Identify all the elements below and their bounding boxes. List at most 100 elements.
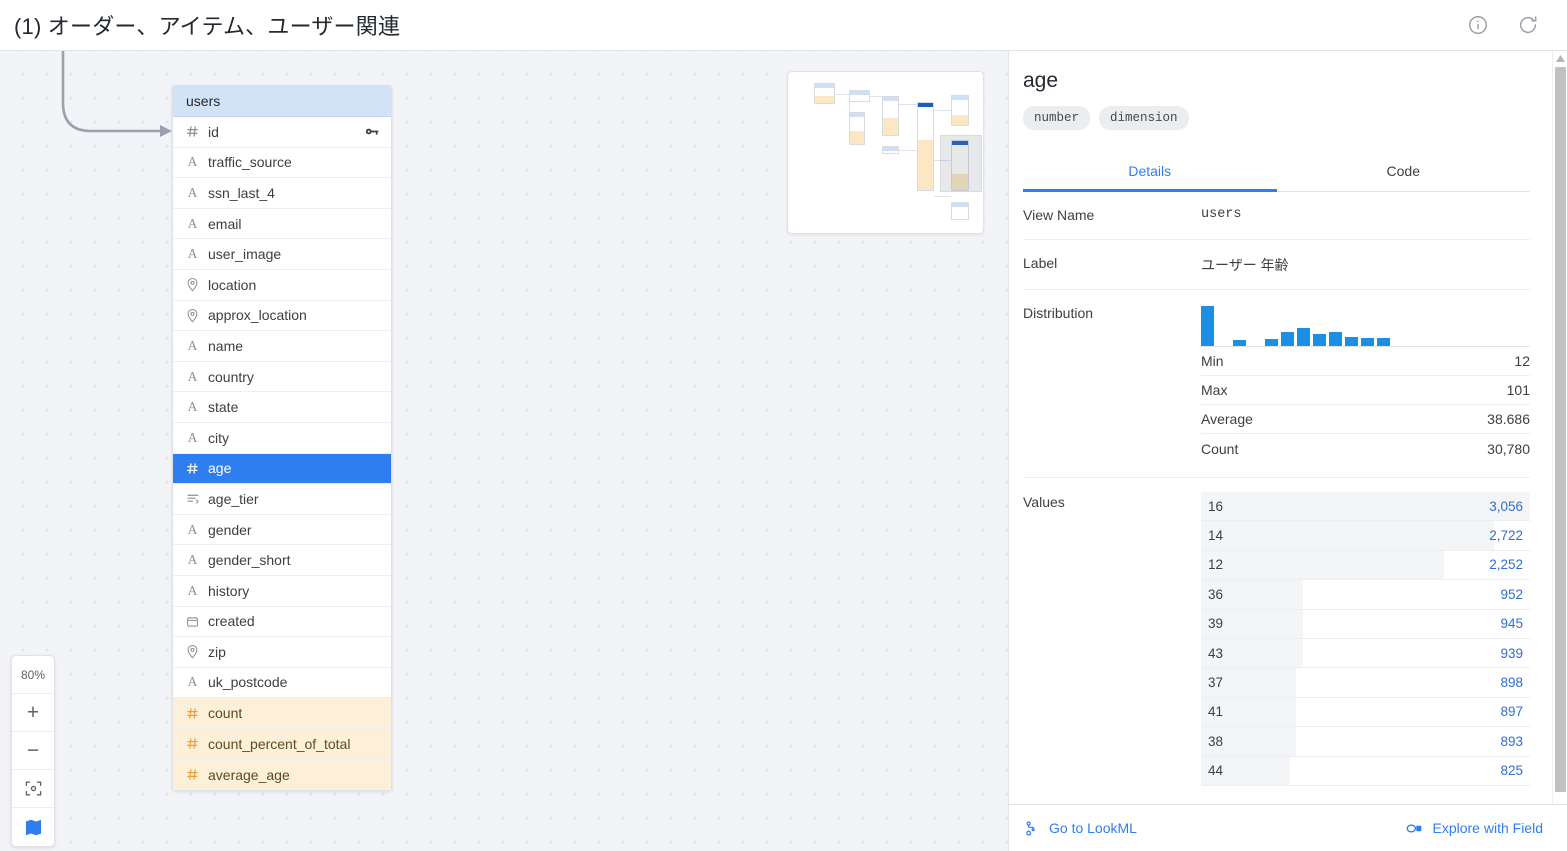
explore-with-field-link[interactable]: Explore with Field — [1405, 820, 1543, 836]
field-row-count_percent_of_total[interactable]: count_percent_of_total — [173, 728, 391, 760]
value-row[interactable]: 36 952 — [1201, 580, 1530, 610]
view-name-value: users — [1201, 207, 1242, 222]
field-label: count_percent_of_total — [208, 735, 351, 752]
go-to-lookml-link[interactable]: Go to LookML — [1023, 820, 1137, 837]
map-pin-icon — [184, 277, 201, 292]
field-row-uk_postcode[interactable]: Auk_postcode — [173, 667, 391, 699]
histogram-bar — [1233, 340, 1246, 346]
badge-number: number — [1023, 106, 1091, 130]
label-label: Label — [1023, 255, 1058, 271]
field-row-count[interactable]: count — [173, 698, 391, 729]
field-row-traffic_source[interactable]: Atraffic_source — [173, 147, 391, 179]
letter-a-icon: A — [187, 215, 198, 231]
field-label: average_age — [208, 766, 290, 783]
value-key: 37 — [1208, 675, 1224, 691]
field-row-id[interactable]: id — [173, 117, 391, 148]
field-row-approx_location[interactable]: approx_location — [173, 300, 391, 332]
field-row-location[interactable]: location — [173, 269, 391, 301]
field-label: location — [208, 276, 257, 293]
value-row[interactable]: 12 2,252 — [1201, 550, 1530, 581]
panel-tabs: Details Code — [1023, 152, 1530, 192]
letter-a-icon: A — [187, 246, 198, 262]
fit-to-screen-icon[interactable] — [12, 770, 54, 808]
field-row-average_age[interactable]: average_age — [173, 759, 391, 791]
field-label: traffic_source — [208, 154, 292, 171]
stat-name: Count — [1201, 440, 1239, 457]
letter-a-icon: A — [187, 552, 198, 568]
view-node-users[interactable]: users id Atraffic_source Assn_last_4 Aemail… — [172, 85, 392, 792]
letter-a-icon: A — [187, 429, 198, 445]
view-node-title[interactable]: users — [173, 86, 391, 117]
minimap[interactable] — [787, 71, 984, 234]
minimap-node — [882, 146, 899, 154]
field-row-ssn_last_4[interactable]: Assn_last_4 — [173, 178, 391, 209]
value-key: 38 — [1208, 733, 1224, 749]
field-row-gender[interactable]: Agender — [173, 514, 391, 546]
stat-row-average: Average 38.686 — [1201, 405, 1530, 434]
value-key: 12 — [1208, 557, 1224, 573]
minimap-viewport[interactable] — [940, 135, 982, 192]
zoom-in-button[interactable]: + — [12, 694, 54, 732]
stat-row-count: Count 30,780 — [1201, 434, 1530, 463]
field-row-name[interactable]: Aname — [173, 331, 391, 362]
scroll-up-arrow-icon[interactable] — [1556, 55, 1565, 62]
tab-code[interactable]: Code — [1277, 152, 1531, 191]
field-label: city — [208, 429, 229, 446]
value-row[interactable]: 38 893 — [1201, 727, 1530, 757]
histogram-bar — [1329, 332, 1342, 346]
scrollbar-thumb[interactable] — [1555, 67, 1566, 792]
value-row[interactable]: 16 3,056 — [1201, 492, 1530, 522]
value-key: 16 — [1208, 498, 1224, 514]
minimap-node — [882, 96, 899, 136]
value-row[interactable]: 41 897 — [1201, 697, 1530, 728]
letter-a-icon: A — [187, 674, 198, 690]
field-label: zip — [208, 643, 226, 660]
label-value: ユーザー 年齢 — [1201, 257, 1289, 273]
value-bar — [1201, 550, 1445, 580]
panel-scroll-area: age number dimension Details Code View Nam… — [1009, 51, 1567, 804]
values-table: 16 3,056 14 2,722 12 2,252 36 952 39 945 43 939 37 89… — [1201, 492, 1530, 786]
field-list: id Atraffic_source Assn_last_4 Aemail Auser_… — [173, 117, 391, 791]
diagram-canvas[interactable]: users id Atraffic_source Assn_last_4 Aemail… — [0, 51, 1008, 851]
field-row-age_tier[interactable]: age_tier — [173, 484, 391, 515]
value-count: 952 — [1500, 586, 1523, 602]
calendar-icon — [184, 615, 201, 628]
value-count: 898 — [1500, 675, 1523, 691]
field-label: country — [208, 368, 254, 385]
minimap-node — [951, 202, 969, 220]
refresh-icon[interactable] — [1517, 14, 1539, 36]
zoom-out-button[interactable]: − — [12, 732, 54, 770]
minimap-link — [934, 196, 951, 197]
minimap-toggle-icon[interactable] — [12, 808, 54, 846]
value-row[interactable]: 43 939 — [1201, 638, 1530, 669]
field-row-email[interactable]: Aemail — [173, 208, 391, 240]
value-key: 44 — [1208, 763, 1224, 779]
letter-a-icon: A — [187, 399, 198, 415]
view-name-label: View Name — [1023, 207, 1095, 223]
field-row-history[interactable]: Ahistory — [173, 575, 391, 607]
field-label: age — [208, 460, 232, 477]
lookml-branch-icon — [1023, 820, 1040, 837]
value-row[interactable]: 37 898 — [1201, 668, 1530, 698]
field-row-gender_short[interactable]: Agender_short — [173, 545, 391, 576]
info-circle-icon[interactable] — [1467, 14, 1489, 36]
value-row[interactable]: 39 945 — [1201, 609, 1530, 639]
tab-details[interactable]: Details — [1023, 152, 1277, 192]
letter-a-icon: A — [187, 154, 198, 170]
field-row-country[interactable]: Acountry — [173, 361, 391, 393]
minimap-link — [835, 94, 849, 95]
field-row-state[interactable]: Astate — [173, 392, 391, 423]
field-row-age[interactable]: age — [173, 453, 391, 485]
field-row-city[interactable]: Acity — [173, 422, 391, 454]
field-badges: number dimension — [1023, 106, 1530, 130]
value-count: 945 — [1500, 616, 1523, 632]
stat-name: Max — [1201, 382, 1228, 398]
zoom-level[interactable]: 80% — [12, 656, 54, 694]
value-row[interactable]: 44 825 — [1201, 756, 1530, 786]
field-row-created[interactable]: created — [173, 606, 391, 638]
panel-scrollbar[interactable] — [1552, 51, 1567, 804]
field-row-user_image[interactable]: Auser_image — [173, 239, 391, 270]
value-row[interactable]: 14 2,722 — [1201, 521, 1530, 551]
field-row-zip[interactable]: zip — [173, 637, 391, 668]
top-bar-actions — [1467, 14, 1539, 36]
